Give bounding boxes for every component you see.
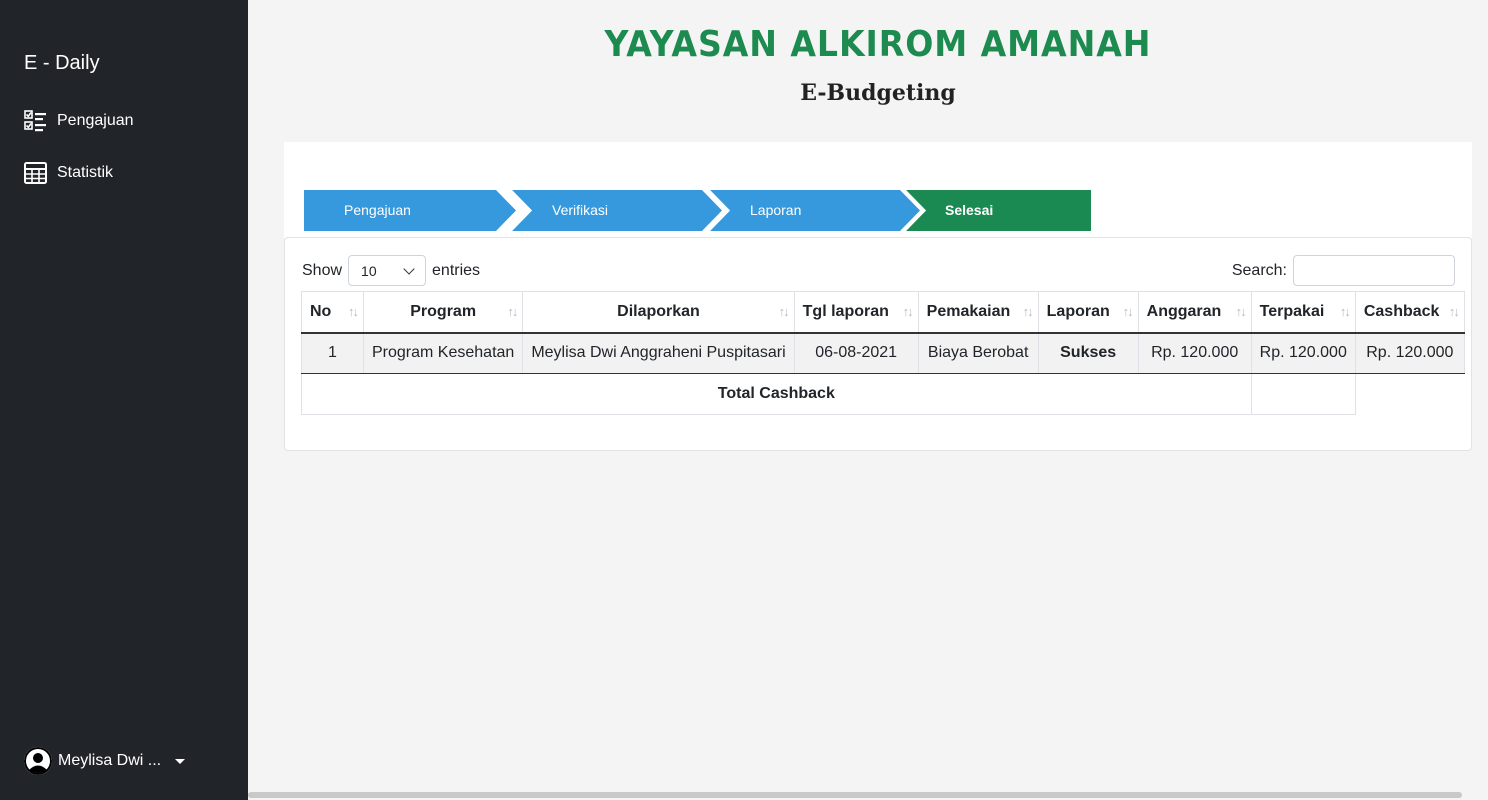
app-title: E-Budgeting [800,80,956,106]
step-label: Verifikasi [552,202,609,218]
sidebar-item-statistik[interactable]: Statistik [24,162,113,184]
horizontal-scrollbar[interactable] [248,792,1462,798]
cell-anggaran: Rp. 120.000 [1137,332,1252,374]
table-row: 1 Program Kesehatan Meylisa Dwi Anggrahe… [301,332,1465,374]
cell-tgl-laporan: 06-08-2021 [793,332,919,374]
step-selesai[interactable]: Selesai [904,190,1092,231]
step-label: Pengajuan [344,202,411,218]
entries-label: entries [432,261,481,279]
sidebar-item-label: Statistik [57,164,114,181]
entries-length-control: Show 10 entries [302,255,480,286]
search-input[interactable] [1293,255,1455,286]
sort-icon: ↑↓ [1235,304,1247,319]
column-header-cashback[interactable]: Cashback ↑↓ [1354,291,1465,334]
sort-icon: ↑↓ [1022,304,1034,319]
checklist-icon [24,110,47,132]
entries-select[interactable]: 10 [348,255,427,286]
column-header-terpakai[interactable]: Terpakai ↑↓ [1250,291,1356,334]
step-label: Selesai [945,202,994,218]
sort-icon: ↑↓ [1122,304,1134,319]
cell-pemakaian: Biaya Berobat [917,332,1039,374]
cell-cashback: Rp. 120.000 [1354,332,1465,374]
table-header-row: No ↑↓ Program ↑↓ Dilaporkan ↑↓ Tgl laporan ↑… [301,291,1465,334]
user-avatar-icon [24,747,52,775]
sort-icon: ↑↓ [902,304,914,319]
report-table-card: Show 10 entries Search: No ↑↓ Program ↑↓ D… [284,237,1472,451]
step-laporan[interactable]: Laporan [708,190,920,231]
step-pengajuan[interactable]: Pengajuan [304,190,516,231]
cell-laporan: Sukses [1037,332,1139,374]
report-table: No ↑↓ Program ↑↓ Dilaporkan ↑↓ Tgl laporan ↑… [301,291,1465,415]
total-cashback-label: Total Cashback [301,373,1252,415]
sort-icon: ↑↓ [778,304,790,319]
org-title: YAYASAN ALKIROM AMANAH [604,24,1152,65]
column-header-laporan[interactable]: Laporan ↑↓ [1037,291,1139,334]
column-header-anggaran[interactable]: Anggaran ↑↓ [1137,291,1252,334]
total-cashback-value [1250,373,1356,415]
column-header-program[interactable]: Program ↑↓ [362,291,523,334]
chevron-down-icon [403,262,415,275]
column-header-dilaporkan[interactable]: Dilaporkan ↑↓ [522,291,795,334]
search-control: Search: [1232,255,1455,286]
brand-title[interactable]: E - Daily [24,52,100,75]
user-menu[interactable]: Meylisa Dwi ... [24,747,186,775]
user-name: Meylisa Dwi ... [58,752,162,769]
sort-icon: ↑↓ [1339,304,1351,319]
sidebar: E - Daily Pengajuan Statistik Meylisa Dw… [0,0,248,800]
footer-empty-cell [1355,374,1464,415]
sort-icon: ↑↓ [348,304,359,319]
sort-icon: ↑↓ [1448,304,1460,319]
search-label: Search: [1231,261,1287,279]
column-header-tgl-laporan[interactable]: Tgl laporan ↑↓ [793,291,919,334]
table-icon [24,162,47,184]
sidebar-item-label: Pengajuan [57,112,134,129]
step-label: Laporan [750,202,802,218]
sort-icon: ↑↓ [507,304,518,319]
progress-steps: Pengajuan Verifikasi Laporan Selesai [304,190,1104,231]
column-header-pemakaian[interactable]: Pemakaian ↑↓ [917,291,1039,334]
show-label: Show [302,261,343,279]
cell-dilaporkan: Meylisa Dwi Anggraheni Puspitasari [522,332,795,374]
column-header-no[interactable]: No ↑↓ [301,291,364,334]
sidebar-item-pengajuan[interactable]: Pengajuan [24,110,134,132]
cell-program: Program Kesehatan [362,332,523,374]
caret-down-icon [175,758,186,764]
cell-no: 1 [301,332,364,374]
progress-steps-card: Pengajuan Verifikasi Laporan Selesai [284,142,1472,238]
entries-value: 10 [361,262,377,279]
step-verifikasi[interactable]: Verifikasi [510,190,722,231]
main-content: YAYASAN ALKIROM AMANAH E-Budgeting Penga… [248,0,1488,800]
table-footer-row: Total Cashback [301,373,1465,415]
cell-terpakai: Rp. 120.000 [1250,332,1356,374]
